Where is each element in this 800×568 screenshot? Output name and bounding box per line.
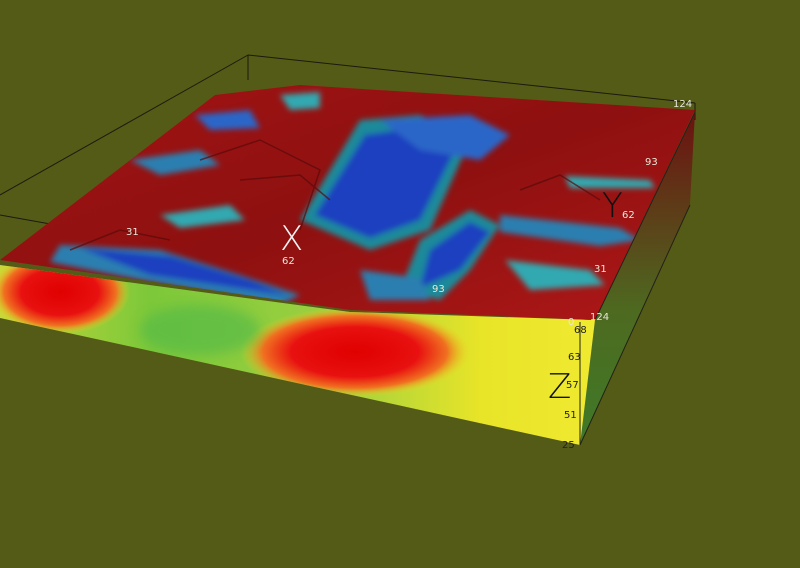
y-tick-124: 124 [590, 312, 609, 323]
y-tick-93: 93 [645, 157, 658, 168]
3d-volume-view[interactable]: X 31 62 93 124 Y 0 31 62 93 124 Z 68 63 … [0, 0, 800, 568]
z-tick-57: 57 [566, 380, 579, 391]
x-tick-124-top: 124 [673, 99, 692, 110]
z-tick-63: 63 [568, 352, 581, 363]
y-axis-name: Y [602, 186, 623, 226]
z-tick-68: 68 [574, 325, 587, 336]
z-tick-51: 51 [564, 410, 577, 421]
z-tick-25: 25 [562, 440, 575, 451]
y-tick-31: 31 [594, 264, 607, 275]
x-axis-name: X [280, 219, 303, 259]
y-tick-62: 62 [622, 210, 635, 221]
x-tick-31: 31 [126, 227, 139, 238]
x-tick-62: 62 [282, 256, 295, 267]
x-tick-93: 93 [432, 284, 445, 295]
